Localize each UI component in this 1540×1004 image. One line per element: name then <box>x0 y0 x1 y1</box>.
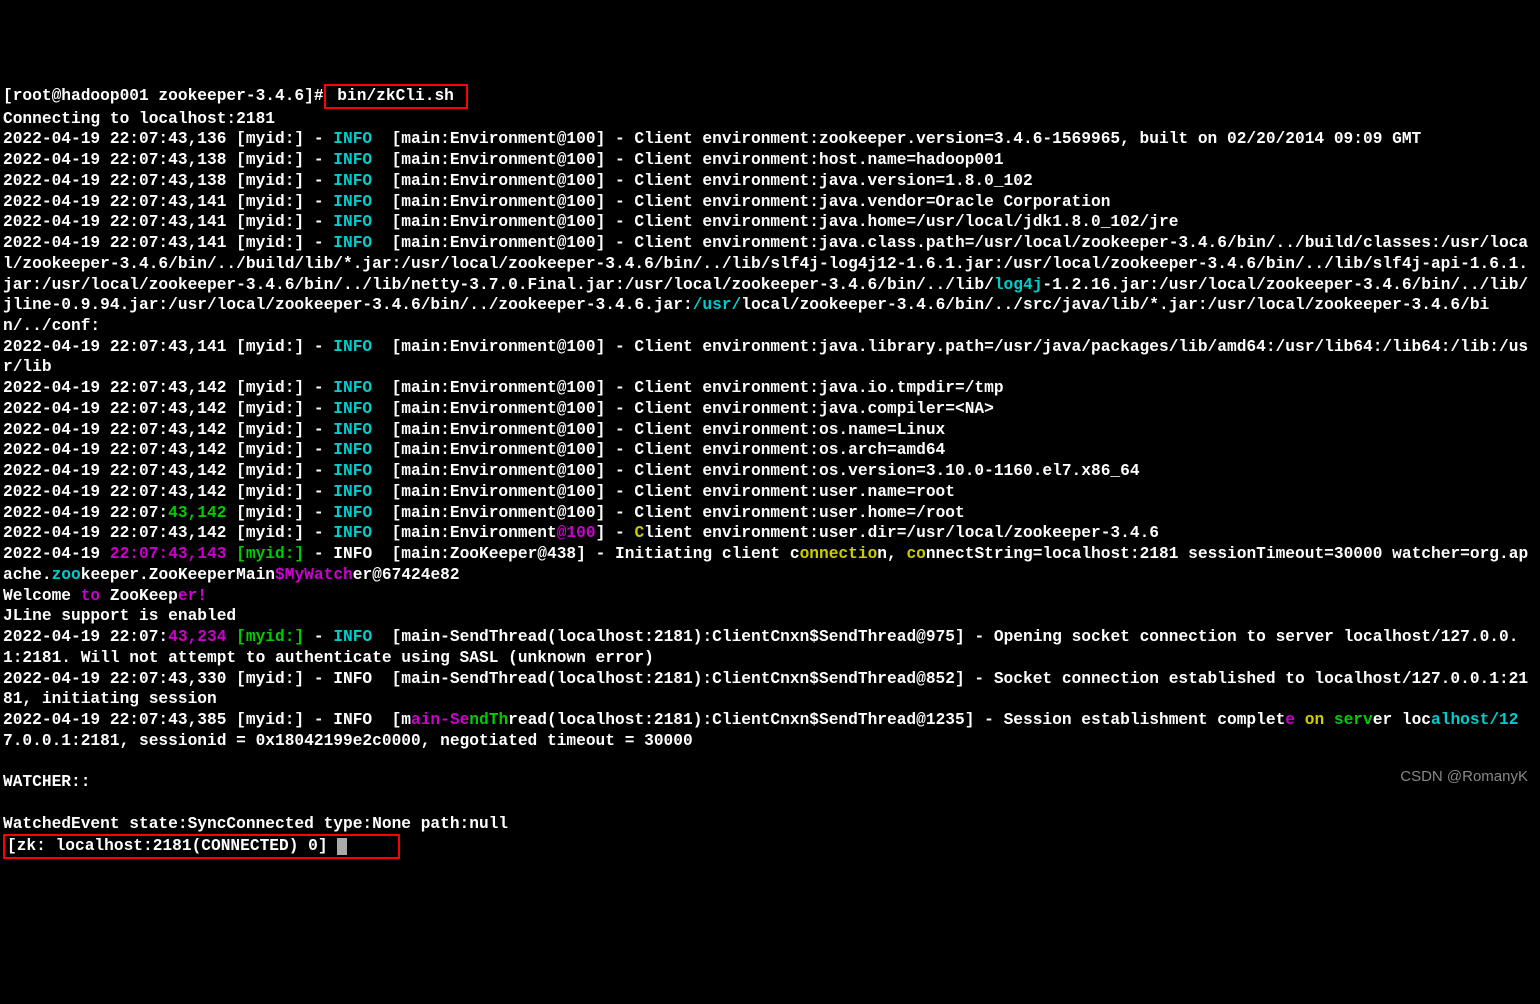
log-line: to <box>71 587 110 605</box>
log-level: INFO <box>333 421 372 439</box>
watermark: CSDN @RomanyK <box>1400 767 1528 786</box>
command-highlight: bin/zkCli.sh <box>324 84 468 109</box>
log-line: /usr/ <box>693 296 742 314</box>
shell-prompt: [root@hadoop001 zookeeper-3.4.6]# <box>3 87 324 105</box>
log-line: serv <box>1334 711 1373 729</box>
log-line: co <box>906 545 925 563</box>
log-line: 2022-04-19 22:07:43,142 [myid:] - <box>3 462 333 480</box>
log-line: [main:Environment@100] - Client environm… <box>372 193 1110 211</box>
log-level: INFO <box>333 172 372 190</box>
log-line: 2022-04-19 22:07: <box>3 504 168 522</box>
log-line: 2022-04-19 22:07:43,136 [myid:] - <box>3 130 333 148</box>
log-level: INFO <box>333 338 372 356</box>
log-line: [main:Environment@100] - Client environm… <box>372 213 1178 231</box>
log-level: INFO <box>333 400 372 418</box>
log-line: @100 <box>557 524 596 542</box>
log-line: 2022-04-19 22:07:43,141 [myid:] - <box>3 234 333 252</box>
log-line: onnectio <box>800 545 878 563</box>
log-line: [main:Environment@100] - Client environm… <box>372 151 1003 169</box>
cursor-icon <box>337 838 347 855</box>
log-line: er loc <box>1373 711 1431 729</box>
log-line: [main:Environment@100] - Client environm… <box>372 441 945 459</box>
log-level: INFO <box>333 524 372 542</box>
terminal-output[interactable]: [root@hadoop001 zookeeper-3.4.6]# bin/zk… <box>3 84 1537 859</box>
log-line: [main:Environment@100] - Client environm… <box>372 172 1033 190</box>
log-line: 2022-04-19 22:07:43,142 [myid:] - <box>3 483 333 501</box>
log-level: INFO <box>333 151 372 169</box>
log-line: on <box>1295 711 1334 729</box>
log-line: JLine support is enabled <box>3 607 236 625</box>
log-line: WatchedEvent state:SyncConnected type:No… <box>3 815 508 833</box>
log-line: e <box>1285 711 1295 729</box>
log-line: 2022-04-19 22:07:43,330 [myid:] - INFO [… <box>3 670 1528 709</box>
log-line: Welcome <box>3 587 71 605</box>
log-line: [main:Environment@100] - Client environm… <box>372 504 965 522</box>
log-line: C <box>634 524 644 542</box>
log-line: 2022-04-19 22:07:43,138 [myid:] - <box>3 172 333 190</box>
log-line: [main:Environment@100] - Client environm… <box>372 130 1421 148</box>
log-line: [myid:] <box>226 628 304 646</box>
log-line: $MyWatch <box>275 566 353 584</box>
log-level: INFO <box>333 628 372 646</box>
log-line: ZooKeep <box>110 587 178 605</box>
log-line: 2022-04-19 22:07:43,385 [myid:] - INFO [… <box>3 711 411 729</box>
log-line: 2022-04-19 22:07:43,142 [myid:] - <box>3 400 333 418</box>
zk-prompt-highlight: [zk: localhost:2181(CONNECTED) 0] <box>3 834 400 859</box>
log-line: 2022-04-19 22:07:43,142 [myid:] - <box>3 379 333 397</box>
log-line: - <box>304 628 333 646</box>
log-level: INFO <box>333 441 372 459</box>
log-line: ndTh <box>469 711 508 729</box>
log-line: 2022-04-19 22:07:43,141 [myid:] - <box>3 213 333 231</box>
log-line: lient environment:user.dir=/usr/local/zo… <box>644 524 1159 542</box>
log-level: INFO <box>333 213 372 231</box>
log-level: INFO <box>333 379 372 397</box>
log-line: zoo <box>52 566 81 584</box>
log-level: INFO <box>333 193 372 211</box>
log-line: [main:Environment@100] - Client environm… <box>372 421 945 439</box>
log-line: ain-Se <box>411 711 469 729</box>
log-line: 2022-04-19 22:07:43,142 [myid:] - <box>3 441 333 459</box>
log-line: er! <box>178 587 207 605</box>
log-line: [main:Environment <box>372 524 557 542</box>
log-line: [myid:] - <box>226 504 333 522</box>
log-line: alhost/12 <box>1431 711 1518 729</box>
log-level: INFO <box>333 504 372 522</box>
log-line: 2022-04-19 22:07:43,141 [myid:] - <box>3 338 333 356</box>
log-line: [main:Environment@100] - Client environm… <box>372 462 1139 480</box>
log-line: 7.0.0.1:2181, sessionid = 0x18042199e2c0… <box>3 732 693 750</box>
log-line: ] - <box>596 524 635 542</box>
log-line: 2022-04-19 22:07:43,142 [myid:] - <box>3 421 333 439</box>
log-line: WATCHER:: <box>3 773 90 791</box>
log-line: read(localhost:2181):ClientCnxn$SendThre… <box>508 711 1285 729</box>
log-line: n, <box>877 545 906 563</box>
log-line: 22:07:43,143 <box>110 545 227 563</box>
log-line: 2022-04-19 22:07:43,142 [myid:] - <box>3 524 333 542</box>
log-line: 43,234 <box>168 628 226 646</box>
zk-prompt[interactable]: [zk: localhost:2181(CONNECTED) 0] <box>7 837 337 855</box>
log-line: [main:Environment@100] - Client environm… <box>372 483 955 501</box>
log-level: INFO <box>333 130 372 148</box>
log-line: log4j <box>994 276 1043 294</box>
log-line: Connecting to localhost:2181 <box>3 110 275 128</box>
log-level: INFO <box>333 483 372 501</box>
log-line: keeper.ZooKeeperMain <box>81 566 275 584</box>
log-line: 43,142 <box>168 504 226 522</box>
log-line: 2022-04-19 <box>3 545 110 563</box>
log-line: 2022-04-19 22:07: <box>3 628 168 646</box>
log-line: 2022-04-19 22:07:43,141 [myid:] - <box>3 193 333 211</box>
log-line: er@67424e82 <box>353 566 460 584</box>
log-line: - INFO [main:ZooKeeper@438] - Initiating… <box>304 545 799 563</box>
log-level: INFO <box>333 462 372 480</box>
log-line: 2022-04-19 22:07:43,138 [myid:] - <box>3 151 333 169</box>
log-level: INFO <box>333 234 372 252</box>
log-line: [myid:] <box>226 545 304 563</box>
log-line: [main:Environment@100] - Client environm… <box>372 379 1003 397</box>
log-line: [main:Environment@100] - Client environm… <box>372 400 994 418</box>
